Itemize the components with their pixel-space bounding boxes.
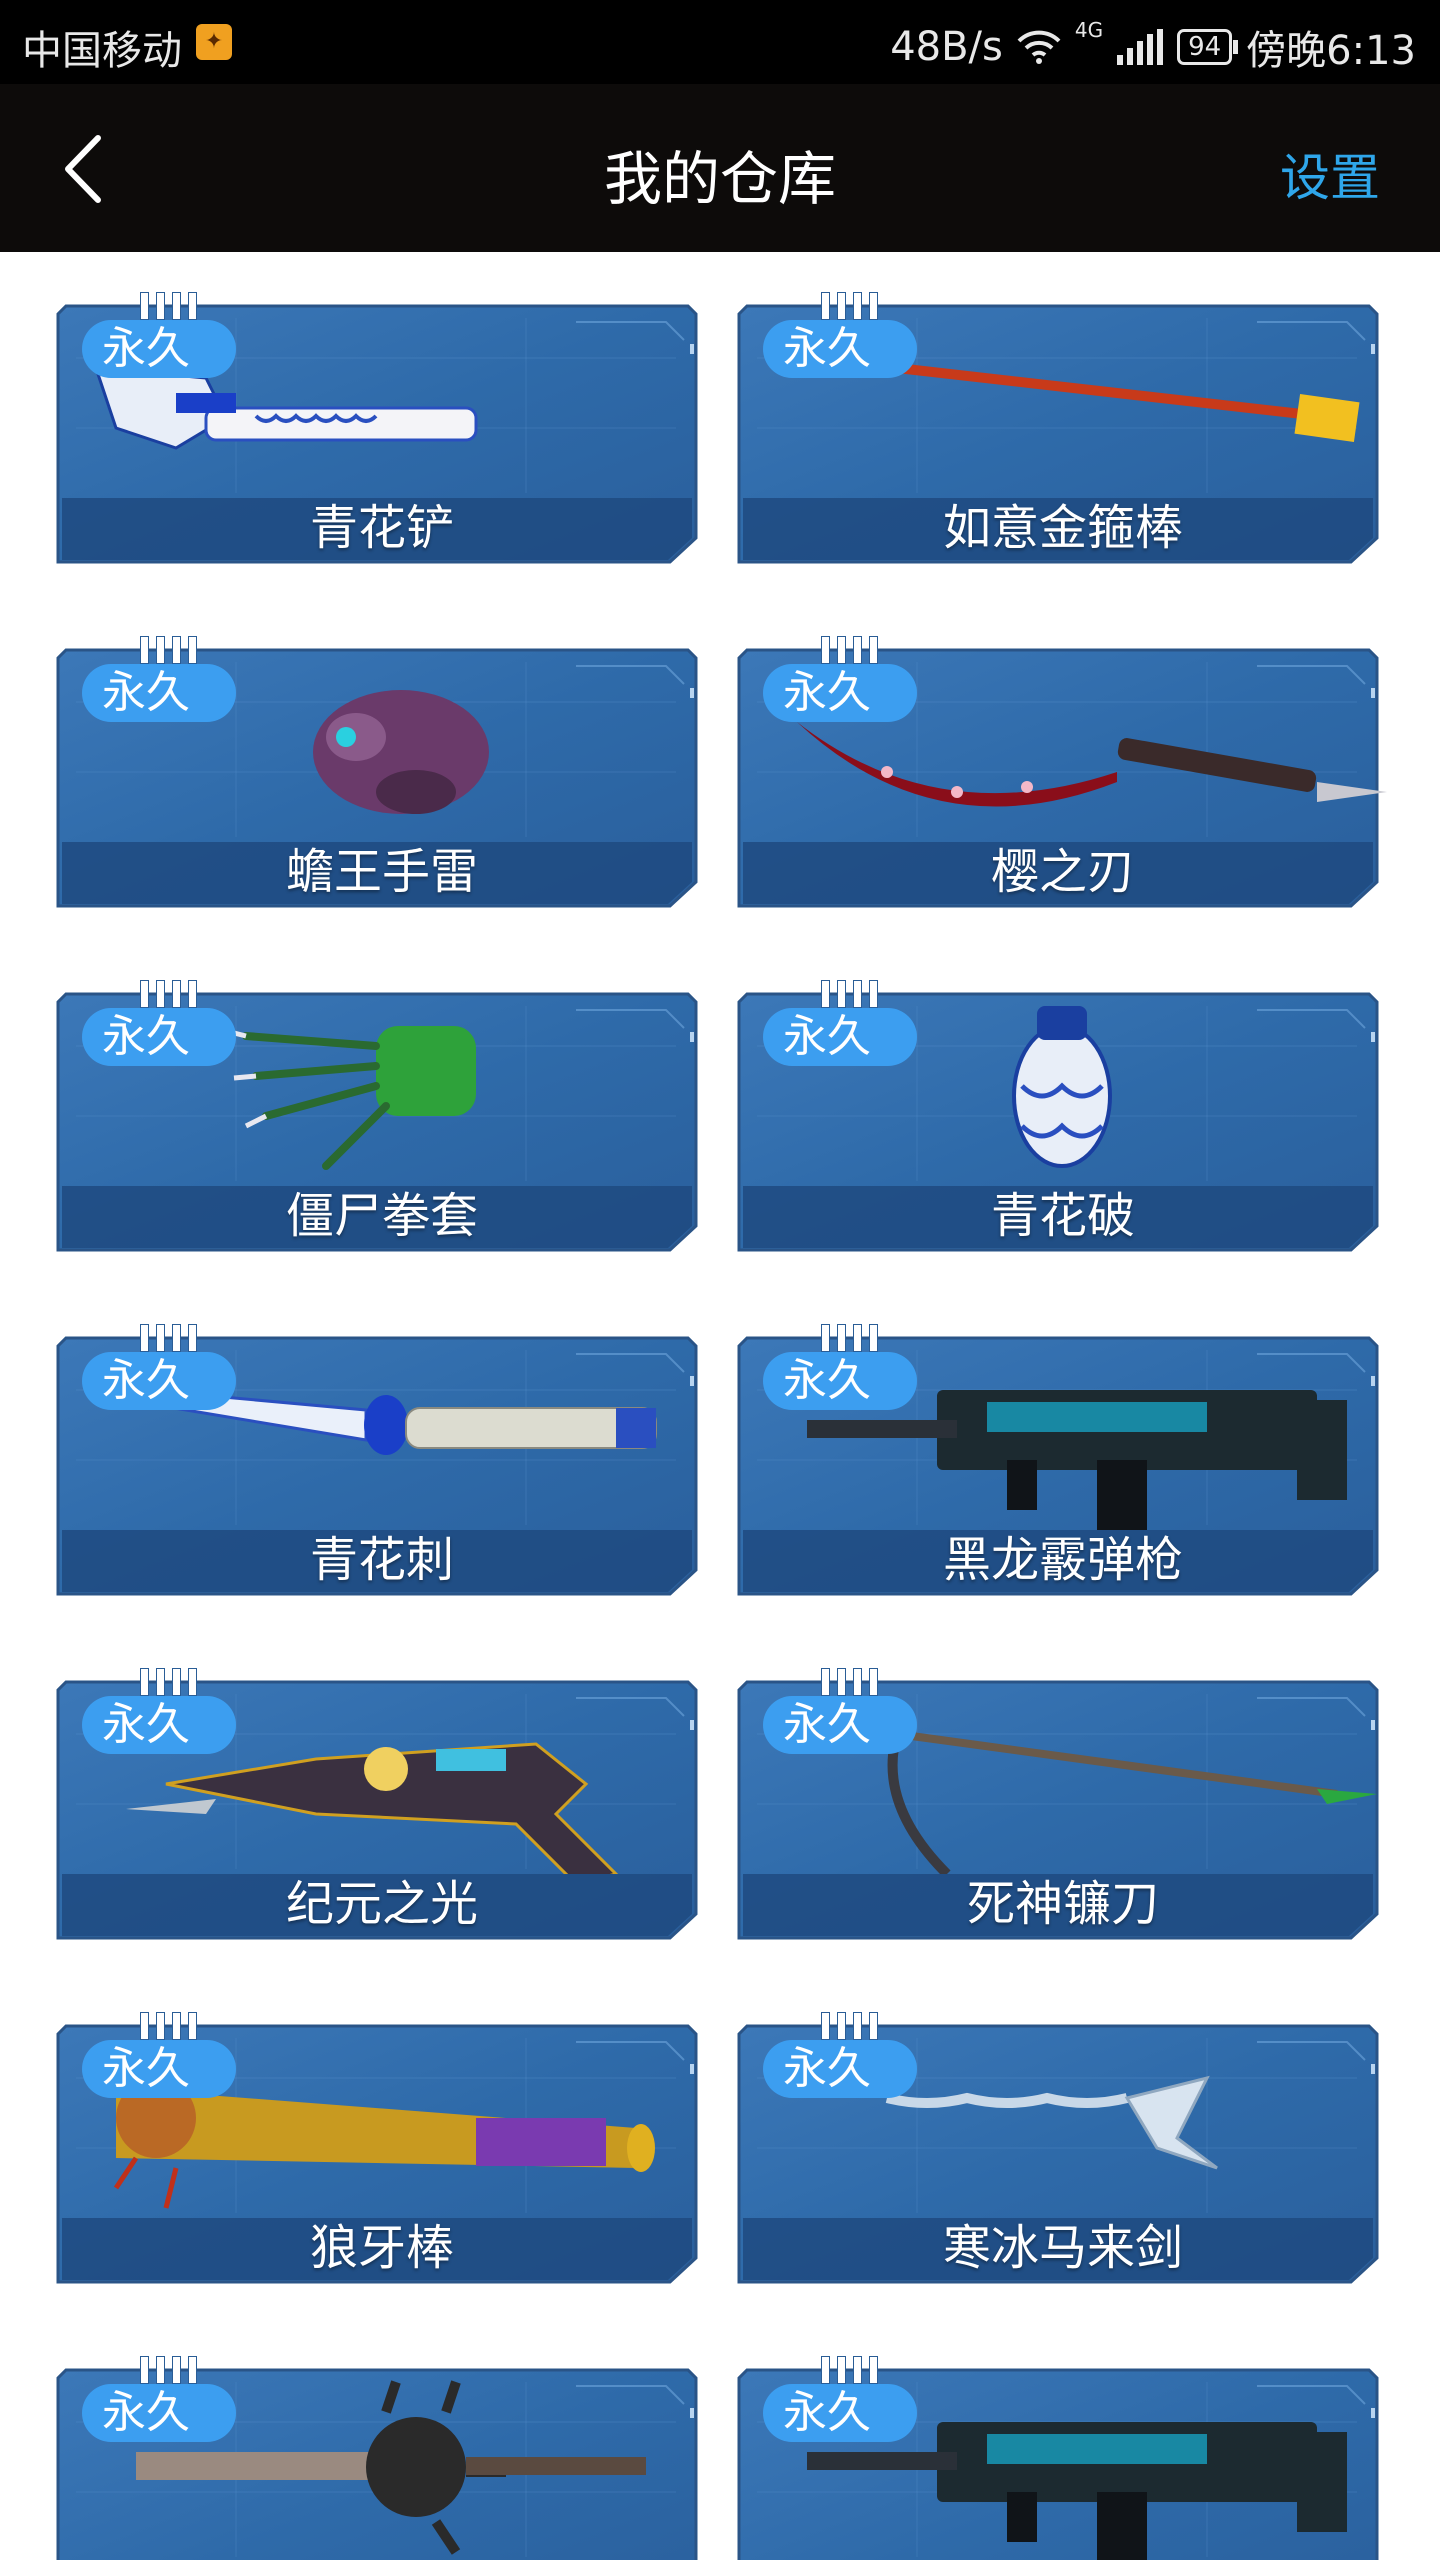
battery-icon: 94 bbox=[1177, 29, 1239, 65]
duration-badge: 永久 bbox=[82, 1352, 236, 1410]
duration-badge: 永久 bbox=[82, 320, 236, 378]
duration-badge: 永久 bbox=[763, 1008, 917, 1066]
item-name: 僵尸拳套 bbox=[285, 1188, 478, 1244]
warehouse-item-card[interactable]: 永久 僵尸拳套 bbox=[56, 980, 708, 1256]
status-bar: 中国移动 ✦ 48B/s 4G 94 傍晚6:13 bbox=[0, 0, 1440, 84]
item-name: 蟾王手雷 bbox=[285, 844, 478, 900]
duration-badge: 永久 bbox=[763, 664, 917, 722]
warehouse-item-card[interactable]: 永久 樱之刃 bbox=[737, 636, 1389, 912]
duration-badge: 永久 bbox=[82, 1696, 236, 1754]
item-name: 青花破 bbox=[990, 1188, 1135, 1244]
item-name: 狼牙棒 bbox=[309, 2220, 454, 2276]
wifi-icon bbox=[1017, 30, 1061, 64]
warehouse-grid: 永久 青花铲 永久 如意金箍棒 永久 蟾王手雷 永久 樱之刃 永久 僵尸拳套 永… bbox=[0, 252, 1440, 2560]
item-name: 寒冰马来剑 bbox=[942, 2220, 1183, 2276]
duration-badge: 永久 bbox=[763, 1352, 917, 1410]
item-name: 纪元之光 bbox=[285, 1876, 478, 1932]
warehouse-item-card[interactable]: 永久 蟾王手雷 bbox=[56, 636, 708, 912]
item-name: 死神镰刀 bbox=[966, 1876, 1159, 1932]
item-name: 樱之刃 bbox=[990, 844, 1135, 900]
duration-badge: 永久 bbox=[82, 664, 236, 722]
duration-badge: 永久 bbox=[763, 2040, 917, 2098]
page-title: 我的仓库 bbox=[603, 145, 836, 213]
warehouse-item-card[interactable]: 永久 寒冰马来剑 bbox=[737, 2012, 1389, 2288]
warehouse-item-card[interactable]: 永久 如意金箍棒 bbox=[737, 292, 1389, 568]
warehouse-item-card[interactable]: 永久 黑龙霰弹枪 bbox=[737, 1324, 1389, 1600]
carrier-name: 中国移动 bbox=[22, 28, 182, 74]
status-icons: 48B/s 4G 94 傍晚6:13 bbox=[890, 18, 1416, 76]
net-speed: 48B/s bbox=[890, 24, 1003, 70]
duration-badge: 永久 bbox=[763, 320, 917, 378]
duration-badge: 永久 bbox=[82, 2040, 236, 2098]
item-name: 青花刺 bbox=[309, 1532, 454, 1588]
warehouse-item-card[interactable]: 永久 纪元之光 bbox=[56, 1668, 708, 1944]
warehouse-item-card[interactable]: 永久 狼牙棒 bbox=[56, 2012, 708, 2288]
warehouse-item-card[interactable]: 永久 bbox=[737, 2356, 1389, 2560]
battery-level: 94 bbox=[1188, 32, 1222, 62]
duration-badge: 永久 bbox=[763, 1696, 917, 1754]
app-header: 我的仓库 设置 bbox=[0, 84, 1440, 252]
settings-button[interactable]: 设置 bbox=[1280, 138, 1380, 210]
item-name: 如意金箍棒 bbox=[942, 500, 1183, 556]
signal-icon bbox=[1117, 29, 1164, 65]
app-notification-icon: ✦ bbox=[196, 24, 232, 60]
warehouse-item-card[interactable]: 永久 青花铲 bbox=[56, 292, 708, 568]
warehouse-item-card[interactable]: 永久 bbox=[56, 2356, 708, 2560]
clock: 傍晚6:13 bbox=[1246, 28, 1416, 74]
warehouse-item-card[interactable]: 永久 死神镰刀 bbox=[737, 1668, 1389, 1944]
duration-badge: 永久 bbox=[82, 1008, 236, 1066]
network-type: 4G bbox=[1074, 18, 1104, 42]
warehouse-item-card[interactable]: 永久 青花破 bbox=[737, 980, 1389, 1256]
duration-badge: 永久 bbox=[763, 2384, 917, 2442]
duration-badge: 永久 bbox=[82, 2384, 236, 2442]
item-name: 青花铲 bbox=[309, 500, 454, 556]
warehouse-item-card[interactable]: 永久 青花刺 bbox=[56, 1324, 708, 1600]
item-name: 黑龙霰弹枪 bbox=[942, 1532, 1183, 1588]
